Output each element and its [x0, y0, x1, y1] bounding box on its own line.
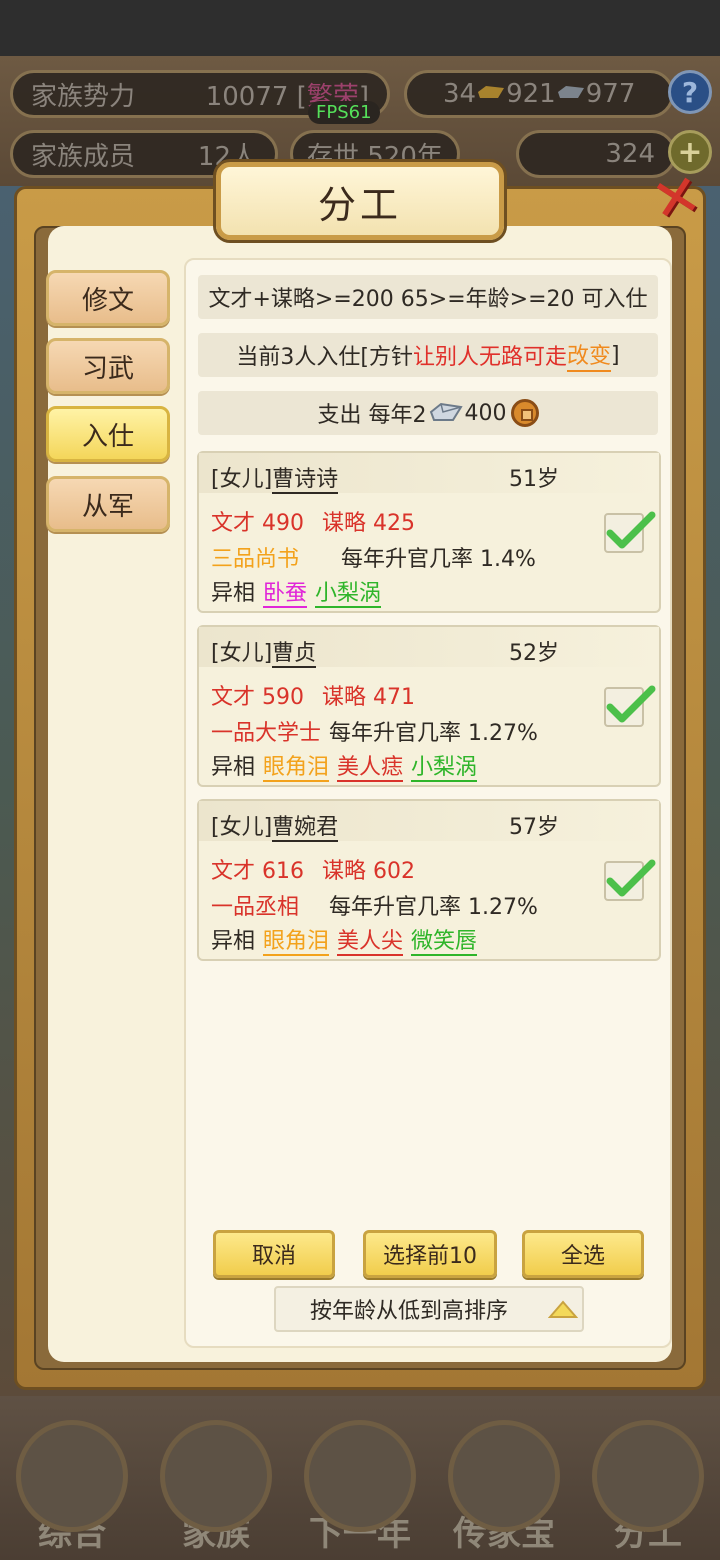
- dialog-title: 分工: [317, 182, 402, 227]
- bottom-nav: 综合 家族 下一年 传家宝 分工: [0, 1419, 720, 1560]
- member-name: [女儿]曹婉君: [211, 815, 339, 842]
- trait-tag: 卧蚕: [263, 581, 308, 608]
- moulue-stat: 谋略 602: [322, 859, 415, 884]
- moulue-stat: 谋略 425: [322, 511, 415, 536]
- member-card[interactable]: [女儿]曹婉君 57岁 文才 616 谋略 602 一品丞相 每年升官几率 1.2…: [197, 799, 661, 961]
- member-rank: 三品尚书: [211, 547, 300, 572]
- member-checkbox[interactable]: [604, 859, 656, 901]
- member-stats: 文才 590 谋略 471: [211, 679, 415, 711]
- checkmark-icon: [606, 511, 656, 549]
- scroll-icon: [16, 1419, 128, 1532]
- tab-officialdom[interactable]: 入仕: [46, 406, 170, 462]
- sort-dropdown[interactable]: 按年龄从低到高排序: [274, 1286, 584, 1332]
- member-traits: 异相 眼角泪 美人痣 小梨涡: [211, 755, 478, 782]
- tab-label: 修文: [81, 285, 134, 316]
- cost-value: 400: [464, 400, 507, 426]
- gold-ingot-icon: [478, 86, 505, 98]
- currency-b-value: 921: [506, 79, 556, 109]
- select-top10-button[interactable]: 选择前10: [363, 1230, 497, 1278]
- member-name: [女儿]曹诗诗: [211, 467, 339, 494]
- silver-ingot-icon: [429, 402, 463, 421]
- member-checkbox[interactable]: [604, 685, 656, 727]
- trait-tag: 小梨涡: [411, 755, 478, 782]
- fps-counter: FPS61: [308, 101, 380, 124]
- cancel-button[interactable]: 取消: [213, 1230, 335, 1278]
- mountain-icon: [304, 1419, 416, 1532]
- member-name: [女儿]曹贞: [211, 641, 317, 668]
- currency-pill: 34 921 977: [404, 70, 674, 118]
- nav-item-division[interactable]: 分工: [583, 1419, 713, 1555]
- trait-tag: 美人痣: [337, 755, 404, 782]
- member-age: 52岁: [509, 641, 559, 666]
- sort-label: 按年龄从低到高排序: [310, 1299, 509, 1324]
- policy-suffix: ]: [611, 342, 620, 368]
- silver-ingot-icon: [557, 86, 584, 98]
- select-all-label: 全选: [560, 1244, 605, 1269]
- requirement-text: 文才+谋略>=200 65>=年龄>=20 可入仕: [208, 287, 648, 312]
- checkmark-icon: [606, 685, 656, 723]
- trait-tag: 小梨涡: [315, 581, 382, 608]
- tab-label: 入仕: [81, 421, 134, 452]
- nav-item-heirloom[interactable]: 传家宝: [439, 1419, 569, 1555]
- treasure-icon: [448, 1419, 560, 1532]
- nav-item-general[interactable]: 综合: [7, 1419, 137, 1555]
- policy-prefix: 当前3人入仕[方针: [236, 345, 413, 370]
- promotion-rate: 每年升官几率 1.4%: [341, 547, 536, 572]
- promotion-rate: 每年升官几率 1.27%: [329, 721, 538, 746]
- tab-study[interactable]: 修文: [46, 270, 170, 326]
- member-rank: 一品丞相: [211, 895, 300, 920]
- member-age: 57岁: [509, 815, 559, 840]
- close-icon: ✕: [645, 159, 707, 237]
- wencai-stat: 文才 590: [211, 685, 304, 710]
- tab-label: 习武: [81, 353, 134, 384]
- member-rank: 一品大学士: [211, 721, 322, 746]
- tab-military[interactable]: 从军: [46, 476, 170, 532]
- cost-prefix: 支出 每年2: [317, 403, 427, 428]
- checkmark-icon: [606, 859, 656, 897]
- tab-label: 从军: [81, 491, 134, 522]
- member-stats: 文才 616 谋略 602: [211, 853, 415, 885]
- members-label: 家族成员: [31, 141, 136, 172]
- moulue-stat: 谋略 471: [322, 685, 415, 710]
- close-button[interactable]: ✕: [640, 159, 712, 237]
- trait-tag: 眼角泪: [263, 755, 330, 782]
- nav-item-next-year[interactable]: 下一年: [295, 1419, 425, 1555]
- tab-martial[interactable]: 习武: [46, 338, 170, 394]
- currency-a-value: 34: [443, 79, 477, 109]
- wencai-stat: 文才 616: [211, 859, 304, 884]
- select-top10-label: 选择前10: [383, 1244, 477, 1269]
- nav-item-family[interactable]: 家族: [151, 1419, 281, 1555]
- status-bar: [0, 0, 720, 56]
- help-icon[interactable]: ?: [668, 70, 712, 114]
- currency-c-value: 977: [585, 79, 636, 109]
- requirement-bar: 文才+谋略>=200 65>=年龄>=20 可入仕: [198, 275, 658, 319]
- cost-bar: 支出 每年2 400: [198, 391, 658, 435]
- member-card[interactable]: [女儿]曹贞 52岁 文才 590 谋略 471 一品大学士 每年升官几率 1.2…: [197, 625, 661, 787]
- member-traits: 异相 眼角泪 美人尖 微笑唇: [211, 929, 478, 956]
- change-policy-link[interactable]: 改变: [567, 338, 612, 372]
- person-icon: [592, 1419, 704, 1532]
- cancel-button-label: 取消: [251, 1244, 296, 1269]
- member-age: 51岁: [509, 467, 559, 492]
- dialog-title-plaque: 分工: [216, 162, 504, 240]
- member-checkbox[interactable]: [604, 511, 656, 553]
- member-stats: 文才 490 谋略 425: [211, 505, 415, 537]
- copper-coin-icon: [510, 399, 539, 427]
- member-card[interactable]: [女儿]曹诗诗 51岁 文才 490 谋略 425 三品尚书 每年升官几率 1.4…: [197, 451, 661, 613]
- policy-bar: 当前3人入仕[方针 让别人无路可走 改变]: [198, 333, 658, 377]
- trait-tag: 微笑唇: [411, 929, 478, 956]
- trait-tag: 眼角泪: [263, 929, 330, 956]
- trait-tag: 美人尖: [337, 929, 404, 956]
- select-all-button[interactable]: 全选: [522, 1230, 644, 1278]
- promotion-rate: 每年升官几率 1.27%: [329, 895, 538, 920]
- wencai-stat: 文才 490: [211, 511, 304, 536]
- triangle-up-icon: [548, 1300, 578, 1318]
- policy-name: 让别人无路可走: [412, 345, 567, 370]
- member-traits: 异相 卧蚕 小梨涡: [211, 581, 382, 608]
- clan-power-label: 家族势力: [31, 81, 136, 112]
- house-icon: [160, 1419, 272, 1532]
